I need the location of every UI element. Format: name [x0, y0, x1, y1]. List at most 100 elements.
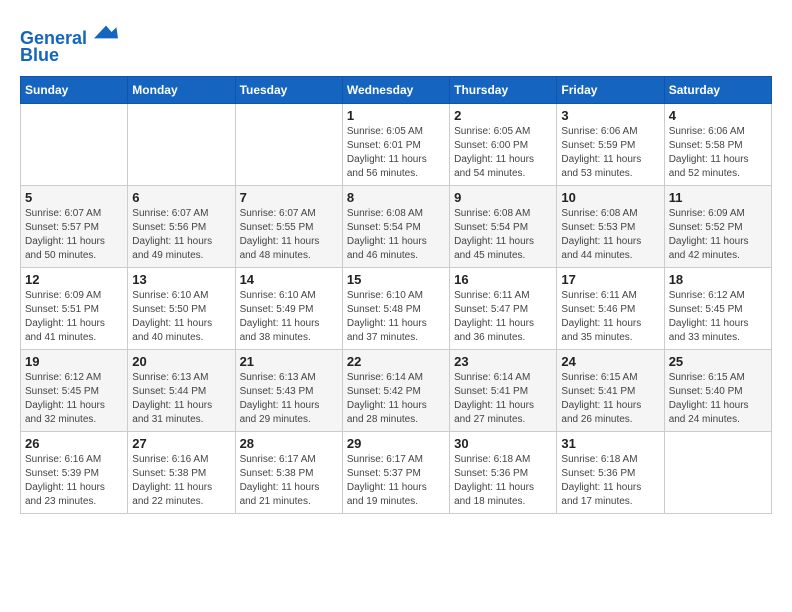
- day-info: Sunrise: 6:17 AMSunset: 5:38 PMDaylight:…: [240, 453, 338, 509]
- calendar-cell: 27 Sunrise: 6:16 AMSunset: 5:38 PMDayligh…: [128, 431, 235, 513]
- day-info: Sunrise: 6:17 AMSunset: 5:37 PMDaylight:…: [347, 453, 445, 509]
- calendar-cell: 13 Sunrise: 6:10 AMSunset: 5:50 PMDayligh…: [128, 267, 235, 349]
- day-number: 7: [240, 190, 338, 205]
- calendar-cell: [664, 431, 771, 513]
- logo-icon: [94, 20, 118, 44]
- weekday-header-tuesday: Tuesday: [235, 76, 342, 103]
- day-number: 8: [347, 190, 445, 205]
- day-info: Sunrise: 6:14 AMSunset: 5:41 PMDaylight:…: [454, 371, 552, 427]
- day-number: 19: [25, 354, 123, 369]
- calendar-week-row: 12 Sunrise: 6:09 AMSunset: 5:51 PMDayligh…: [21, 267, 772, 349]
- calendar-cell: 5 Sunrise: 6:07 AMSunset: 5:57 PMDaylight…: [21, 185, 128, 267]
- weekday-header-monday: Monday: [128, 76, 235, 103]
- calendar-body: 1 Sunrise: 6:05 AMSunset: 6:01 PMDaylight…: [21, 103, 772, 513]
- day-info: Sunrise: 6:13 AMSunset: 5:43 PMDaylight:…: [240, 371, 338, 427]
- calendar-week-row: 1 Sunrise: 6:05 AMSunset: 6:01 PMDaylight…: [21, 103, 772, 185]
- day-info: Sunrise: 6:08 AMSunset: 5:54 PMDaylight:…: [454, 207, 552, 263]
- day-info: Sunrise: 6:13 AMSunset: 5:44 PMDaylight:…: [132, 371, 230, 427]
- calendar-cell: [128, 103, 235, 185]
- day-info: Sunrise: 6:10 AMSunset: 5:48 PMDaylight:…: [347, 289, 445, 345]
- day-number: 3: [561, 108, 659, 123]
- day-info: Sunrise: 6:12 AMSunset: 5:45 PMDaylight:…: [669, 289, 767, 345]
- calendar-cell: 26Sunrise: 6:16 AMSunset: 5:39 PMDayligh…: [21, 431, 128, 513]
- calendar-cell: 6 Sunrise: 6:07 AMSunset: 5:56 PMDaylight…: [128, 185, 235, 267]
- calendar-cell: 30 Sunrise: 6:18 AMSunset: 5:36 PMDayligh…: [450, 431, 557, 513]
- day-info: Sunrise: 6:09 AMSunset: 5:52 PMDaylight:…: [669, 207, 767, 263]
- day-number: 14: [240, 272, 338, 287]
- calendar-cell: 22Sunrise: 6:14 AMSunset: 5:42 PMDayligh…: [342, 349, 449, 431]
- day-number: 27: [132, 436, 230, 451]
- day-info: Sunrise: 6:07 AMSunset: 5:57 PMDaylight:…: [25, 207, 123, 263]
- day-number: 13: [132, 272, 230, 287]
- day-number: 15: [347, 272, 445, 287]
- day-info: Sunrise: 6:07 AMSunset: 5:55 PMDaylight:…: [240, 207, 338, 263]
- calendar-cell: 24Sunrise: 6:15 AMSunset: 5:41 PMDayligh…: [557, 349, 664, 431]
- weekday-header-sunday: Sunday: [21, 76, 128, 103]
- day-number: 17: [561, 272, 659, 287]
- calendar-cell: 16 Sunrise: 6:11 AMSunset: 5:47 PMDayligh…: [450, 267, 557, 349]
- day-number: 31: [561, 436, 659, 451]
- day-number: 28: [240, 436, 338, 451]
- day-number: 30: [454, 436, 552, 451]
- calendar-cell: 25 Sunrise: 6:15 AMSunset: 5:40 PMDayligh…: [664, 349, 771, 431]
- day-info: Sunrise: 6:11 AMSunset: 5:46 PMDaylight:…: [561, 289, 659, 345]
- calendar-cell: 1 Sunrise: 6:05 AMSunset: 6:01 PMDaylight…: [342, 103, 449, 185]
- day-info: Sunrise: 6:09 AMSunset: 5:51 PMDaylight:…: [25, 289, 123, 345]
- day-number: 1: [347, 108, 445, 123]
- day-info: Sunrise: 6:15 AMSunset: 5:40 PMDaylight:…: [669, 371, 767, 427]
- day-info: Sunrise: 6:12 AMSunset: 5:45 PMDaylight:…: [25, 371, 123, 427]
- day-number: 10: [561, 190, 659, 205]
- page-header: General Blue: [20, 20, 772, 66]
- day-info: Sunrise: 6:18 AMSunset: 5:36 PMDaylight:…: [454, 453, 552, 509]
- day-number: 5: [25, 190, 123, 205]
- day-number: 4: [669, 108, 767, 123]
- day-info: Sunrise: 6:08 AMSunset: 5:54 PMDaylight:…: [347, 207, 445, 263]
- calendar-header: SundayMondayTuesdayWednesdayThursdayFrid…: [21, 76, 772, 103]
- calendar-cell: 23Sunrise: 6:14 AMSunset: 5:41 PMDayligh…: [450, 349, 557, 431]
- calendar-cell: 7 Sunrise: 6:07 AMSunset: 5:55 PMDaylight…: [235, 185, 342, 267]
- day-info: Sunrise: 6:10 AMSunset: 5:49 PMDaylight:…: [240, 289, 338, 345]
- day-info: Sunrise: 6:05 AMSunset: 6:01 PMDaylight:…: [347, 125, 445, 181]
- weekday-header-saturday: Saturday: [664, 76, 771, 103]
- weekday-header-row: SundayMondayTuesdayWednesdayThursdayFrid…: [21, 76, 772, 103]
- logo: General Blue: [20, 20, 118, 66]
- day-number: 12: [25, 272, 123, 287]
- calendar-cell: 4 Sunrise: 6:06 AMSunset: 5:58 PMDaylight…: [664, 103, 771, 185]
- day-number: 11: [669, 190, 767, 205]
- weekday-header-wednesday: Wednesday: [342, 76, 449, 103]
- day-info: Sunrise: 6:08 AMSunset: 5:53 PMDaylight:…: [561, 207, 659, 263]
- calendar-cell: 20 Sunrise: 6:13 AMSunset: 5:44 PMDayligh…: [128, 349, 235, 431]
- weekday-header-friday: Friday: [557, 76, 664, 103]
- day-info: Sunrise: 6:16 AMSunset: 5:38 PMDaylight:…: [132, 453, 230, 509]
- day-info: Sunrise: 6:06 AMSunset: 5:58 PMDaylight:…: [669, 125, 767, 181]
- day-number: 25: [669, 354, 767, 369]
- calendar-cell: [235, 103, 342, 185]
- day-number: 6: [132, 190, 230, 205]
- calendar-cell: 9Sunrise: 6:08 AMSunset: 5:54 PMDaylight…: [450, 185, 557, 267]
- day-info: Sunrise: 6:18 AMSunset: 5:36 PMDaylight:…: [561, 453, 659, 509]
- calendar-cell: [21, 103, 128, 185]
- calendar-cell: 14 Sunrise: 6:10 AMSunset: 5:49 PMDayligh…: [235, 267, 342, 349]
- calendar-week-row: 5 Sunrise: 6:07 AMSunset: 5:57 PMDaylight…: [21, 185, 772, 267]
- day-number: 16: [454, 272, 552, 287]
- calendar-cell: 18Sunrise: 6:12 AMSunset: 5:45 PMDayligh…: [664, 267, 771, 349]
- day-number: 29: [347, 436, 445, 451]
- calendar-cell: 11 Sunrise: 6:09 AMSunset: 5:52 PMDayligh…: [664, 185, 771, 267]
- calendar-cell: 21Sunrise: 6:13 AMSunset: 5:43 PMDayligh…: [235, 349, 342, 431]
- calendar-cell: 8 Sunrise: 6:08 AMSunset: 5:54 PMDaylight…: [342, 185, 449, 267]
- day-info: Sunrise: 6:11 AMSunset: 5:47 PMDaylight:…: [454, 289, 552, 345]
- day-info: Sunrise: 6:10 AMSunset: 5:50 PMDaylight:…: [132, 289, 230, 345]
- day-info: Sunrise: 6:06 AMSunset: 5:59 PMDaylight:…: [561, 125, 659, 181]
- weekday-header-thursday: Thursday: [450, 76, 557, 103]
- calendar-cell: 29 Sunrise: 6:17 AMSunset: 5:37 PMDayligh…: [342, 431, 449, 513]
- calendar-cell: 31 Sunrise: 6:18 AMSunset: 5:36 PMDayligh…: [557, 431, 664, 513]
- calendar-cell: 28 Sunrise: 6:17 AMSunset: 5:38 PMDayligh…: [235, 431, 342, 513]
- calendar-table: SundayMondayTuesdayWednesdayThursdayFrid…: [20, 76, 772, 514]
- calendar-cell: 15 Sunrise: 6:10 AMSunset: 5:48 PMDayligh…: [342, 267, 449, 349]
- calendar-cell: 3 Sunrise: 6:06 AMSunset: 5:59 PMDaylight…: [557, 103, 664, 185]
- day-info: Sunrise: 6:14 AMSunset: 5:42 PMDaylight:…: [347, 371, 445, 427]
- calendar-week-row: 19 Sunrise: 6:12 AMSunset: 5:45 PMDayligh…: [21, 349, 772, 431]
- day-number: 20: [132, 354, 230, 369]
- calendar-cell: 12 Sunrise: 6:09 AMSunset: 5:51 PMDayligh…: [21, 267, 128, 349]
- day-info: Sunrise: 6:07 AMSunset: 5:56 PMDaylight:…: [132, 207, 230, 263]
